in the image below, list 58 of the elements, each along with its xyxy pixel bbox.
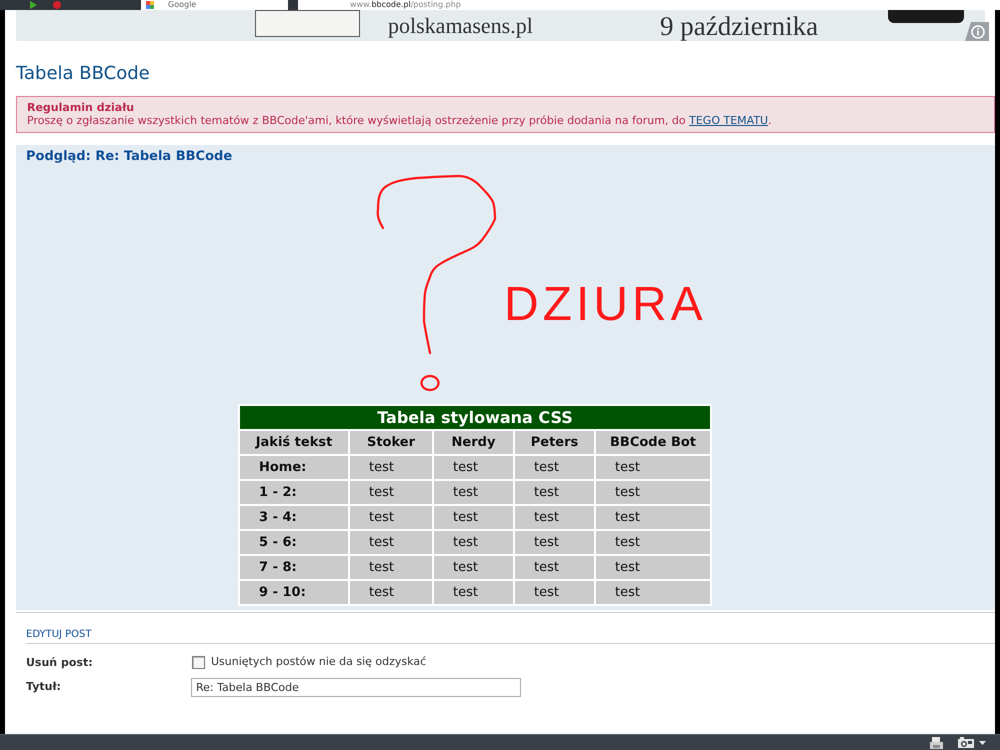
checkbox[interactable] [192, 656, 205, 668]
table-cell: test [514, 530, 595, 555]
field-label: Usuń post: [26, 655, 93, 670]
column-header: Stoker [349, 430, 433, 455]
table-cell: test [514, 455, 595, 480]
camera-icon[interactable] [958, 737, 974, 748]
rules-title: Regulamin działu [27, 101, 134, 114]
sketch-text: DZIURA [504, 280, 707, 330]
row-header: Home: [239, 455, 349, 480]
browser-tab[interactable]: Google [141, 0, 288, 10]
row-header: 5 - 6: [239, 530, 349, 555]
table-cell: test [595, 580, 712, 605]
page-title: Tabela BBCode [16, 63, 150, 85]
table-cell: test [349, 530, 433, 555]
column-header: Peters [514, 430, 595, 455]
table-cell: test [349, 505, 433, 530]
address-field[interactable]: www.bbcode.pl/posting.php [298, 0, 1000, 10]
table-cell: test [349, 480, 433, 505]
table-cell: test [595, 455, 712, 480]
ad-site-text: polskamasens.pl [388, 13, 533, 40]
info-icon[interactable] [965, 22, 989, 41]
preview-title: Podgląd: Re: Tabela BBCode [26, 148, 232, 166]
printer-icon[interactable] [930, 736, 943, 748]
caret-icon[interactable] [979, 740, 986, 744]
table-cell: test [433, 505, 514, 530]
table-cell: test [514, 480, 595, 505]
row-header: 1 - 2: [239, 480, 349, 505]
title-input[interactable]: Re: Tabela BBCode [191, 678, 521, 697]
table-cell: test [595, 480, 712, 505]
row-header: 3 - 4: [239, 505, 349, 530]
rules-text: Proszę o zgłaszanie wszystkich tematów z BBCode'ami, które wyświetlają ostrzeżenie przy próbie dodania na forum, do TEGO TEMATU. [27, 114, 772, 128]
section-heading: EDYTUJ POST [26, 628, 92, 642]
table-cell: test [433, 555, 514, 580]
table-cell: test [514, 555, 595, 580]
table-cell: test [595, 555, 712, 580]
table-cell: test [349, 580, 433, 605]
row-header: 7 - 8: [239, 555, 349, 580]
checkbox-label: Usuniętych postów nie da się odzyskać [211, 655, 426, 669]
column-header: Jakiś tekst [239, 430, 349, 455]
ad-date-text: 9 października [660, 12, 818, 41]
table-cell: test [433, 580, 514, 605]
table-cell: test [433, 480, 514, 505]
circle-icon[interactable] [52, 1, 62, 9]
field-label: Tytuł: [26, 679, 61, 694]
table-cell: test [349, 555, 433, 580]
topic-link[interactable]: TEGO TEMATU [689, 114, 768, 127]
table-cell: test [349, 455, 433, 480]
table-cell: test [595, 530, 712, 555]
table-cell: test [433, 530, 514, 555]
column-header: Nerdy [433, 430, 514, 455]
column-header: BBCode Bot [595, 430, 712, 455]
favicon-icon [146, 1, 154, 9]
table-cell: test [433, 455, 514, 480]
row-header: 9 - 10: [239, 580, 349, 605]
table-caption: Tabela stylowana CSS [239, 405, 712, 430]
table-cell: test [595, 505, 712, 530]
table-cell: test [514, 505, 595, 530]
table-cell: test [514, 580, 595, 605]
